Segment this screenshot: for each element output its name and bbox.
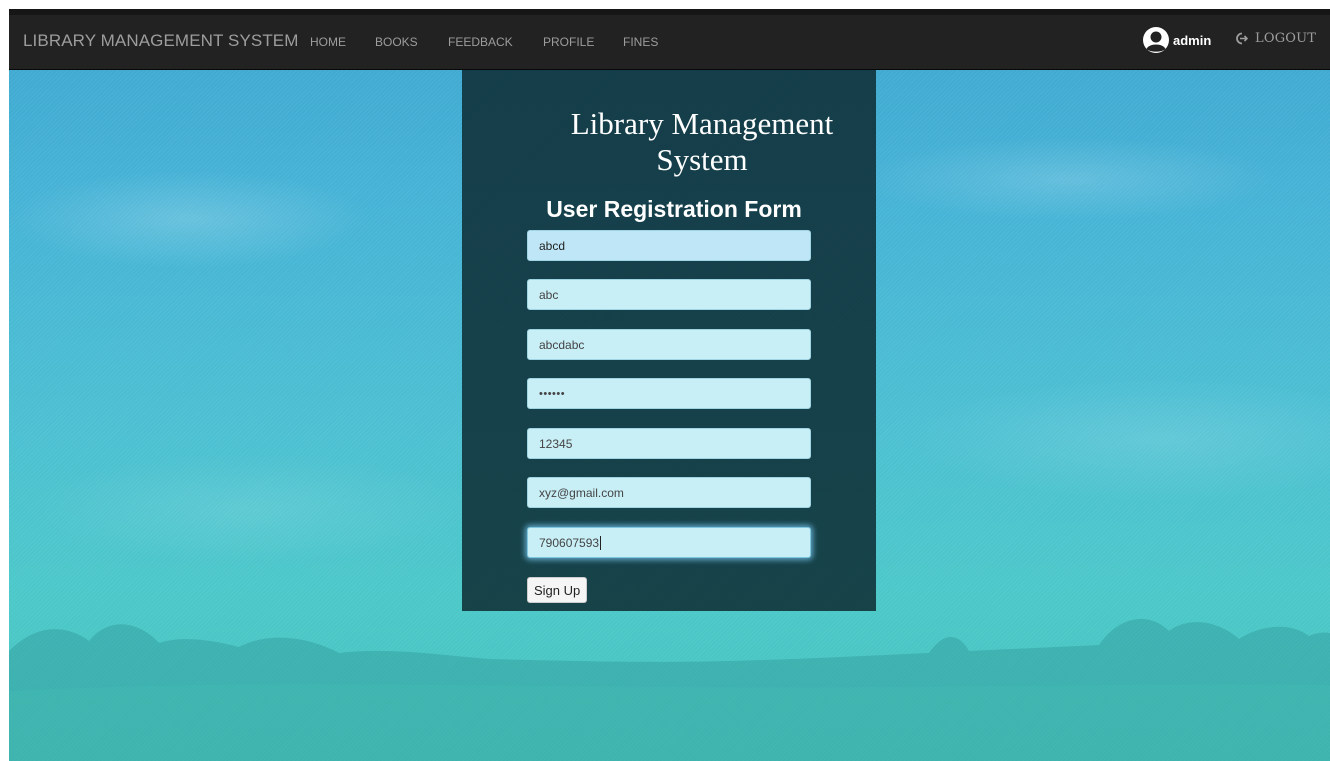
user-avatar-icon	[1143, 27, 1169, 53]
first-name-input[interactable]: abcd	[527, 230, 811, 261]
top-navbar: LIBRARY MANAGEMENT SYSTEM HOME BOOKS FEE…	[9, 9, 1330, 70]
last-name-input[interactable]: abc	[527, 279, 811, 310]
nav-home-link[interactable]: HOME	[310, 35, 346, 49]
logout-label: LOGOUT	[1255, 31, 1317, 46]
username-input[interactable]: abcdabc	[527, 329, 811, 360]
email-input[interactable]: xyz@gmail.com	[527, 477, 811, 508]
roll-number-input[interactable]: 12345	[527, 428, 811, 459]
registration-panel: Library Management System User Registrat…	[462, 70, 876, 611]
contact-input[interactable]: 790607593	[527, 527, 811, 558]
nav-books-link[interactable]: BOOKS	[375, 35, 418, 49]
user-name: admin	[1173, 32, 1212, 48]
logout-link[interactable]: LOGOUT	[1235, 31, 1316, 46]
form-heading: User Registration Form	[546, 196, 802, 222]
logout-icon	[1236, 32, 1248, 45]
sign-up-button[interactable]: Sign Up	[527, 577, 588, 603]
brand-link[interactable]: LIBRARY MANAGEMENT SYSTEM	[23, 31, 299, 51]
contact-input-value: 790607593	[539, 535, 600, 550]
nav-fines-link[interactable]: FINES	[623, 35, 658, 49]
panel-title: Library Management System	[570, 106, 834, 177]
nav-feedback-link[interactable]: FEEDBACK	[448, 35, 513, 49]
nav-profile-link[interactable]: PROFILE	[543, 35, 594, 49]
text-caret	[600, 535, 602, 550]
user-menu[interactable]: admin	[1142, 26, 1211, 54]
password-input[interactable]: ••••••	[527, 378, 811, 409]
